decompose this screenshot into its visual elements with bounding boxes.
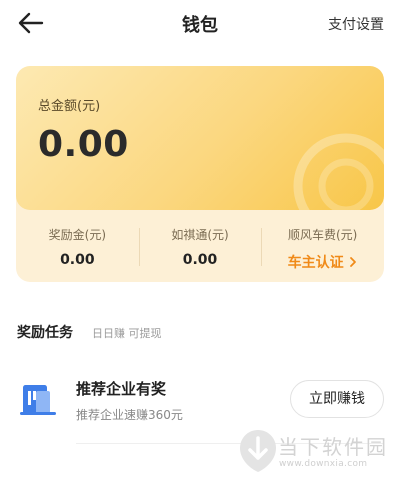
total-amount-value: 0.00	[38, 124, 129, 165]
watermark-url: www.downxia.com	[279, 459, 368, 469]
reward-balance-label: 奖励金(元)	[48, 228, 107, 242]
payment-settings-link[interactable]: 支付设置	[328, 14, 384, 34]
downxia-logo-icon	[240, 430, 276, 472]
watermark-name: 当下软件园	[278, 435, 388, 459]
reward-balance-value: 0.00	[60, 252, 95, 268]
driver-certification-link[interactable]: 车主认证	[288, 252, 358, 272]
wallet-card: 总金额(元) 0.00 奖励金(元) 0.00 如祺通(元) 0.00 顺风车费…	[16, 66, 384, 282]
reward-tasks-subtitle: 日日赚 可提现	[92, 327, 162, 340]
driver-certification-label: 车主认证	[287, 255, 344, 271]
card-watermark-icon	[293, 133, 384, 210]
ruqitong-balance-value: 0.00	[182, 252, 218, 268]
reward-balance-stat[interactable]: 奖励金(元) 0.00	[16, 210, 139, 282]
ruqitong-balance-stat[interactable]: 如祺通(元) 0.00	[138, 210, 262, 282]
top-nav-bar: 钱包 支付设置	[0, 0, 400, 48]
chevron-right-icon	[349, 257, 356, 267]
wallet-stats-row: 奖励金(元) 0.00 如祺通(元) 0.00 顺风车费(元) 车主认证	[16, 210, 384, 282]
ride-fee-stat: 顺风车费(元) 车主认证	[261, 210, 384, 282]
earn-now-button[interactable]: 立即赚钱	[290, 380, 384, 418]
task-title: 推荐企业有奖	[76, 380, 167, 398]
ride-fee-label: 顺风车费(元)	[287, 228, 358, 242]
site-watermark: 当下软件园 www.downxia.com	[238, 428, 400, 492]
task-description: 推荐企业速赚360元	[76, 408, 183, 422]
enterprise-building-icon	[20, 385, 56, 415]
ruqitong-balance-label: 如祺通(元)	[171, 228, 229, 242]
reward-tasks-title: 奖励任务	[17, 325, 73, 341]
total-amount-label: 总金额(元)	[38, 99, 101, 114]
balance-panel: 总金额(元) 0.00	[16, 66, 384, 210]
